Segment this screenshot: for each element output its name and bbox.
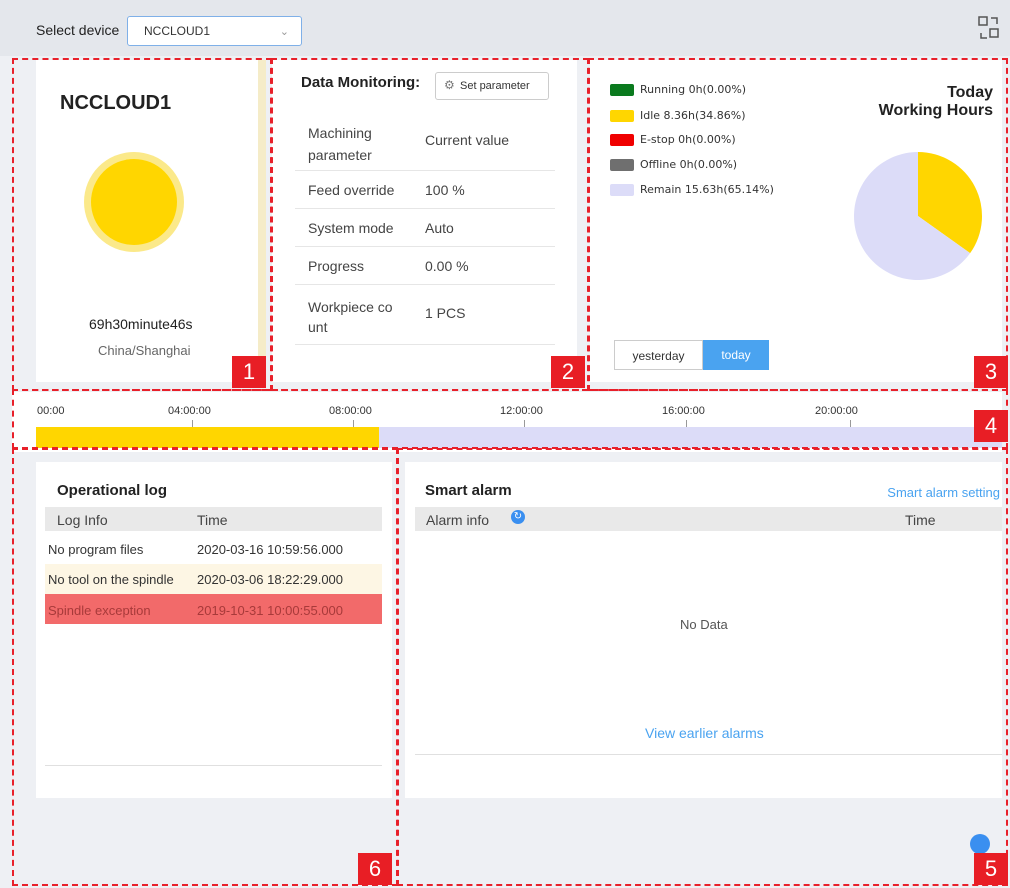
region-marker-5: 5 (974, 853, 1008, 885)
region-marker-2: 2 (551, 356, 585, 388)
region-smart-alarm (397, 448, 1008, 886)
region-operational-log (12, 448, 398, 886)
select-device-label: Select device (36, 22, 120, 38)
device-select-value: NCCLOUD1 (144, 24, 211, 38)
region-marker-6: 6 (358, 853, 392, 885)
region-marker-1: 1 (232, 356, 266, 388)
region-marker-4: 4 (974, 410, 1008, 442)
chevron-down-icon: ⌄ (279, 26, 289, 38)
region-working-hours (588, 58, 1008, 391)
device-select[interactable]: NCCLOUD1 ⌄ (127, 16, 302, 46)
region-data-monitoring (271, 58, 589, 391)
region-marker-3: 3 (974, 356, 1008, 388)
layout-switch-icon[interactable] (978, 15, 1000, 41)
region-device (12, 58, 272, 391)
region-timeline (12, 389, 1008, 449)
